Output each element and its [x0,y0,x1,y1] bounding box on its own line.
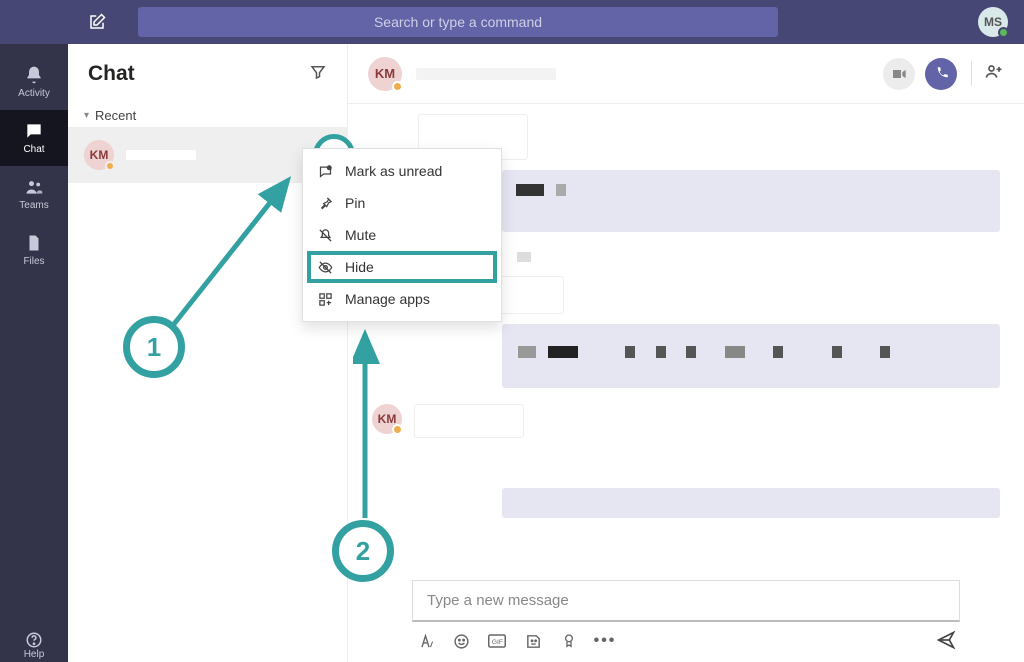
send-button[interactable] [936,630,956,655]
gif-icon[interactable]: GIF [488,632,506,650]
rail-item-help[interactable]: Help [0,631,68,660]
top-bar: Search or type a command MS [0,0,1024,44]
redacted-text [832,346,842,358]
conversation-actions [883,58,1004,90]
composer: Type a new message GIF ••• [348,574,1024,662]
redacted-text [516,184,544,196]
redacted-text [518,346,536,358]
chat-item-name-redacted [126,150,196,160]
contact-name-redacted [416,68,556,80]
conversation-header: KM [348,44,1024,104]
more-actions-icon[interactable]: ••• [596,632,614,650]
presence-away-icon [392,81,403,92]
emoji-icon[interactable] [452,632,470,650]
rail-label: Activity [18,88,50,99]
chat-title: Chat [88,62,135,86]
search-placeholder: Search or type a command [374,14,542,30]
redacted-text [773,346,783,358]
rail-label: Files [23,256,44,267]
video-call-button[interactable] [883,58,915,90]
message-outgoing [502,488,1000,518]
rail-label: Help [24,649,45,660]
menu-item-label: Mark as unread [345,163,442,179]
menu-item-manage-apps[interactable]: Manage apps [303,283,501,315]
pin-icon [317,195,333,211]
redacted-text [548,346,578,358]
rail-item-files[interactable]: Files [0,222,68,278]
avatar[interactable]: KM [368,57,402,91]
presence-away-icon [392,424,403,435]
annotation-label: 2 [356,536,370,567]
rail-item-teams[interactable]: Teams [0,166,68,222]
message-bubble [502,324,1000,388]
avatar: KM [84,140,114,170]
rail-label: Chat [23,144,44,155]
filter-icon[interactable] [309,63,327,86]
add-people-button[interactable] [971,61,1004,86]
rail-item-chat[interactable]: Chat [0,110,68,166]
message-input-placeholder: Type a new message [427,592,569,609]
chevron-down-icon: ▾ [84,110,89,121]
message-bubble [502,170,1000,232]
avatar-me[interactable]: MS [978,7,1008,37]
format-icon[interactable] [416,632,434,650]
chat-unread-icon [317,163,333,179]
avatar: KM [372,404,402,434]
section-recent-label: Recent [95,108,136,123]
composer-toolbar: GIF ••• [412,632,960,650]
redacted-text [656,346,666,358]
avatar-initials: KM [90,148,109,162]
eye-off-icon [317,259,333,275]
message-outgoing [502,324,1000,388]
chat-context-menu: Mark as unread Pin Mute Hide Manage apps [302,148,502,322]
redacted-text [556,184,566,196]
redacted-text [725,346,745,358]
menu-item-label: Manage apps [345,291,430,307]
search-input[interactable]: Search or type a command [138,7,778,37]
menu-item-label: Mute [345,227,376,243]
bell-off-icon [317,227,333,243]
avatar-me-initials: MS [984,15,1002,29]
menu-item-pin[interactable]: Pin [303,187,501,219]
apps-icon [317,291,333,307]
redacted-text [517,252,531,262]
menu-item-hide[interactable]: Hide [307,251,497,283]
redacted-text [686,346,696,358]
redacted-text [625,346,635,358]
presence-away-icon [105,161,115,171]
new-chat-icon[interactable] [88,13,106,31]
chat-list-panel: Chat ▾ Recent KM ••• [68,44,348,662]
rail-item-activity[interactable]: Activity [0,54,68,110]
svg-text:GIF: GIF [492,639,503,646]
message-input[interactable]: Type a new message [412,580,960,622]
message-bubble [502,488,1000,518]
chat-list-header: Chat [68,44,347,104]
menu-item-mark-unread[interactable]: Mark as unread [303,155,501,187]
menu-item-label: Pin [345,195,365,211]
annotation-step-2: 2 [332,520,394,582]
message-incoming: KM [372,404,1000,438]
sticker-icon[interactable] [524,632,542,650]
section-recent[interactable]: ▾ Recent [68,104,347,127]
annotation-label: 1 [147,332,161,363]
annotation-step-1: 1 [123,316,185,378]
audio-call-button[interactable] [925,58,957,90]
app-rail: Activity Chat Teams Files Help [0,44,68,662]
message-outgoing [502,170,1000,232]
presence-available-icon [998,27,1009,38]
avatar-initials: KM [375,66,395,81]
menu-item-mute[interactable]: Mute [303,219,501,251]
message-bubble [414,404,524,438]
praise-icon[interactable] [560,632,578,650]
rail-label: Teams [19,200,48,211]
redacted-text [880,346,890,358]
menu-item-label: Hide [345,259,374,275]
conversation-pane: KM [348,44,1024,662]
